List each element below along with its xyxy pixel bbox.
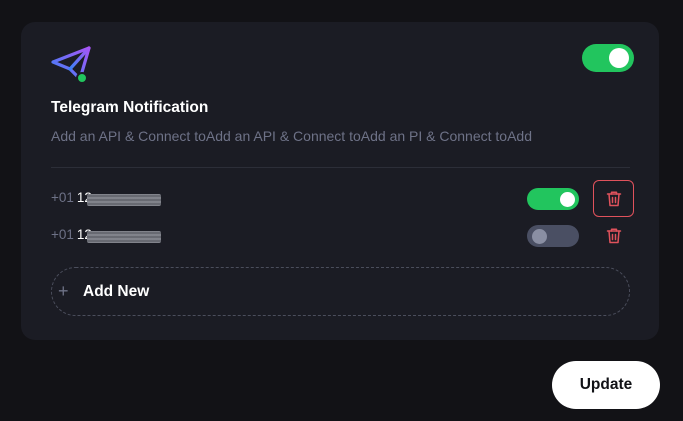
divider <box>51 167 630 168</box>
delete-button[interactable] <box>593 217 634 254</box>
phone-row: +01 12 <box>51 221 634 251</box>
trash-icon <box>606 228 621 244</box>
country-code: +01 <box>51 227 74 242</box>
phone-row: +01 12 <box>51 180 634 217</box>
add-new-label: Add New <box>83 283 150 300</box>
phone-toggle[interactable] <box>527 188 579 210</box>
telegram-notification-card: Telegram Notification Add an API & Conne… <box>21 22 659 340</box>
toggle-knob <box>532 228 547 244</box>
card-description: Add an API & Connect toAdd an API & Conn… <box>51 128 532 144</box>
paper-plane-icon <box>51 46 91 84</box>
phone-toggle[interactable] <box>527 225 579 247</box>
card-title: Telegram Notification <box>51 99 209 116</box>
country-code: +01 <box>51 190 74 205</box>
toggle-knob <box>609 48 629 68</box>
delete-button[interactable] <box>593 180 634 217</box>
trash-icon <box>606 191 621 207</box>
add-new-button[interactable]: + Add New <box>51 267 630 316</box>
redacted-number <box>87 231 161 243</box>
redacted-number <box>87 194 161 206</box>
update-button[interactable]: Update <box>552 361 660 409</box>
phone-number: +01 12 <box>51 227 92 242</box>
toggle-knob <box>560 191 575 207</box>
plus-icon: + <box>58 281 69 301</box>
telegram-notification-toggle[interactable] <box>582 44 634 72</box>
phone-number: +01 12 <box>51 190 92 205</box>
